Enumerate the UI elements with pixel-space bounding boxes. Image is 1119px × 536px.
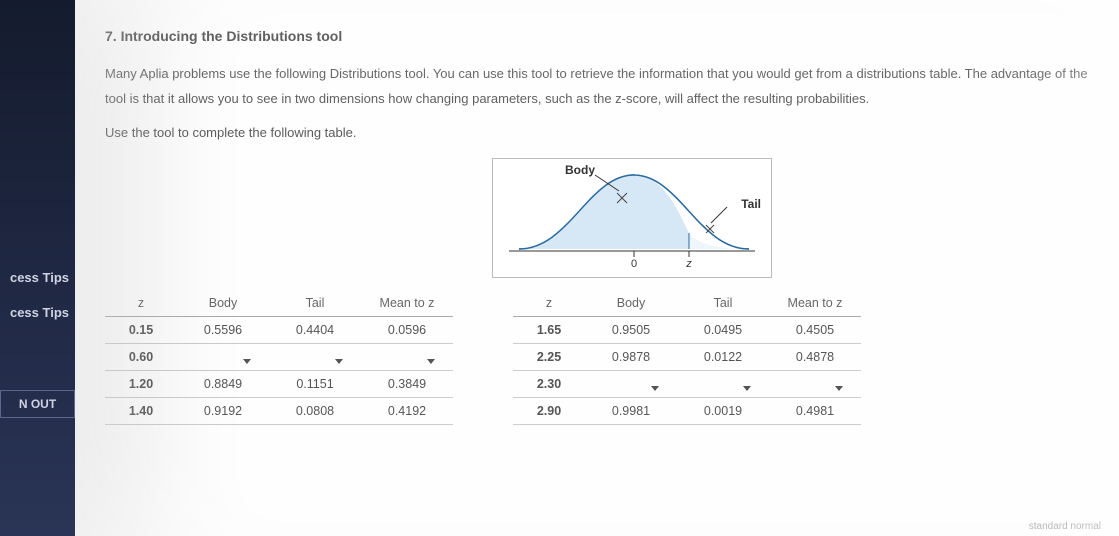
cell-tail: 0.0019 — [677, 398, 769, 425]
cell-mean-to-z-dropdown[interactable] — [377, 359, 437, 364]
cell-z: 0.60 — [105, 344, 177, 371]
left-tbody: 0.150.55960.44040.05960.601.200.88490.11… — [105, 317, 453, 425]
cell-body: 0.9505 — [585, 317, 677, 344]
table-row: 1.200.88490.11510.3849 — [105, 371, 453, 398]
cell-mean-to-z-dropdown[interactable] — [785, 386, 845, 391]
cell-mean-to-z: 0.0596 — [361, 317, 453, 344]
col-body: Body — [177, 290, 269, 317]
col-mean-to-z: Mean to z — [361, 290, 453, 317]
cell-tail: 0.1151 — [269, 371, 361, 398]
cell-body: 0.9878 — [585, 344, 677, 371]
chevron-down-icon — [743, 386, 751, 391]
sidebar: cess Tips cess Tips N OUT — [0, 0, 75, 536]
cell-z: 0.15 — [105, 317, 177, 344]
table-row: 1.650.95050.04950.4505 — [513, 317, 861, 344]
normal-curve-icon: 0 z — [499, 163, 765, 271]
cell-mean-to-z: 0.4878 — [769, 344, 861, 371]
col-tail: Tail — [269, 290, 361, 317]
cell-tail[interactable] — [677, 371, 769, 398]
tail-label: Tail — [741, 197, 761, 211]
table-row: 2.250.98780.01220.4878 — [513, 344, 861, 371]
cell-tail-dropdown[interactable] — [693, 386, 753, 391]
svg-text:0: 0 — [631, 258, 637, 270]
cell-body: 0.9192 — [177, 398, 269, 425]
cell-tail[interactable] — [269, 344, 361, 371]
footer-hint: standard normal — [1029, 521, 1101, 532]
cell-mean-to-z[interactable] — [769, 371, 861, 398]
cell-tail-dropdown[interactable] — [285, 359, 345, 364]
chevron-down-icon — [427, 359, 435, 364]
body-label: Body — [565, 163, 595, 177]
section-heading: 7. Introducing the Distributions tool — [105, 28, 1119, 44]
chevron-down-icon — [243, 359, 251, 364]
cell-z: 2.30 — [513, 371, 585, 398]
table-row: 2.900.99810.00190.4981 — [513, 398, 861, 425]
cell-mean-to-z: 0.3849 — [361, 371, 453, 398]
chevron-down-icon — [835, 386, 843, 391]
page-content: 7. Introducing the Distributions tool Ma… — [75, 0, 1119, 536]
chevron-down-icon — [651, 386, 659, 391]
cell-body: 0.8849 — [177, 371, 269, 398]
col-z: z — [513, 290, 585, 317]
col-tail: Tail — [677, 290, 769, 317]
sign-out-button[interactable]: N OUT — [0, 390, 75, 418]
left-table: z Body Tail Mean to z 0.150.55960.44040.… — [105, 290, 453, 425]
cell-z: 2.90 — [513, 398, 585, 425]
table-row: 2.30 — [513, 371, 861, 398]
cell-z: 1.65 — [513, 317, 585, 344]
cell-tail: 0.0808 — [269, 398, 361, 425]
cell-mean-to-z: 0.4505 — [769, 317, 861, 344]
table-header-row: z Body Tail Mean to z — [513, 290, 861, 317]
cell-tail: 0.4404 — [269, 317, 361, 344]
distribution-figure: Body Tail 0 z — [492, 158, 772, 278]
sidebar-item-tips-2[interactable]: cess Tips — [0, 295, 75, 330]
cell-body[interactable] — [177, 344, 269, 371]
cell-z: 2.25 — [513, 344, 585, 371]
right-table: z Body Tail Mean to z 1.650.95050.04950.… — [513, 290, 861, 425]
cell-mean-to-z: 0.4981 — [769, 398, 861, 425]
cell-z: 1.40 — [105, 398, 177, 425]
cell-body: 0.9981 — [585, 398, 677, 425]
cell-body-dropdown[interactable] — [193, 359, 253, 364]
col-mean-to-z: Mean to z — [769, 290, 861, 317]
cell-mean-to-z[interactable] — [361, 344, 453, 371]
cell-tail: 0.0122 — [677, 344, 769, 371]
cell-z: 1.20 — [105, 371, 177, 398]
cell-body[interactable] — [585, 371, 677, 398]
table-row: 0.150.55960.44040.0596 — [105, 317, 453, 344]
chevron-down-icon — [335, 359, 343, 364]
instruction-text: Use the tool to complete the following t… — [105, 125, 1119, 140]
table-row: 0.60 — [105, 344, 453, 371]
col-z: z — [105, 290, 177, 317]
cell-body: 0.5596 — [177, 317, 269, 344]
cell-body-dropdown[interactable] — [601, 386, 661, 391]
intro-paragraph: Many Aplia problems use the following Di… — [105, 62, 1105, 111]
sidebar-item-tips-1[interactable]: cess Tips — [0, 260, 75, 295]
right-tbody: 1.650.95050.04950.45052.250.98780.01220.… — [513, 317, 861, 425]
cell-tail: 0.0495 — [677, 317, 769, 344]
svg-text:z: z — [685, 258, 692, 270]
data-tables: z Body Tail Mean to z 0.150.55960.44040.… — [105, 290, 1119, 425]
col-body: Body — [585, 290, 677, 317]
table-row: 1.400.91920.08080.4192 — [105, 398, 453, 425]
cell-mean-to-z: 0.4192 — [361, 398, 453, 425]
table-header-row: z Body Tail Mean to z — [105, 290, 453, 317]
